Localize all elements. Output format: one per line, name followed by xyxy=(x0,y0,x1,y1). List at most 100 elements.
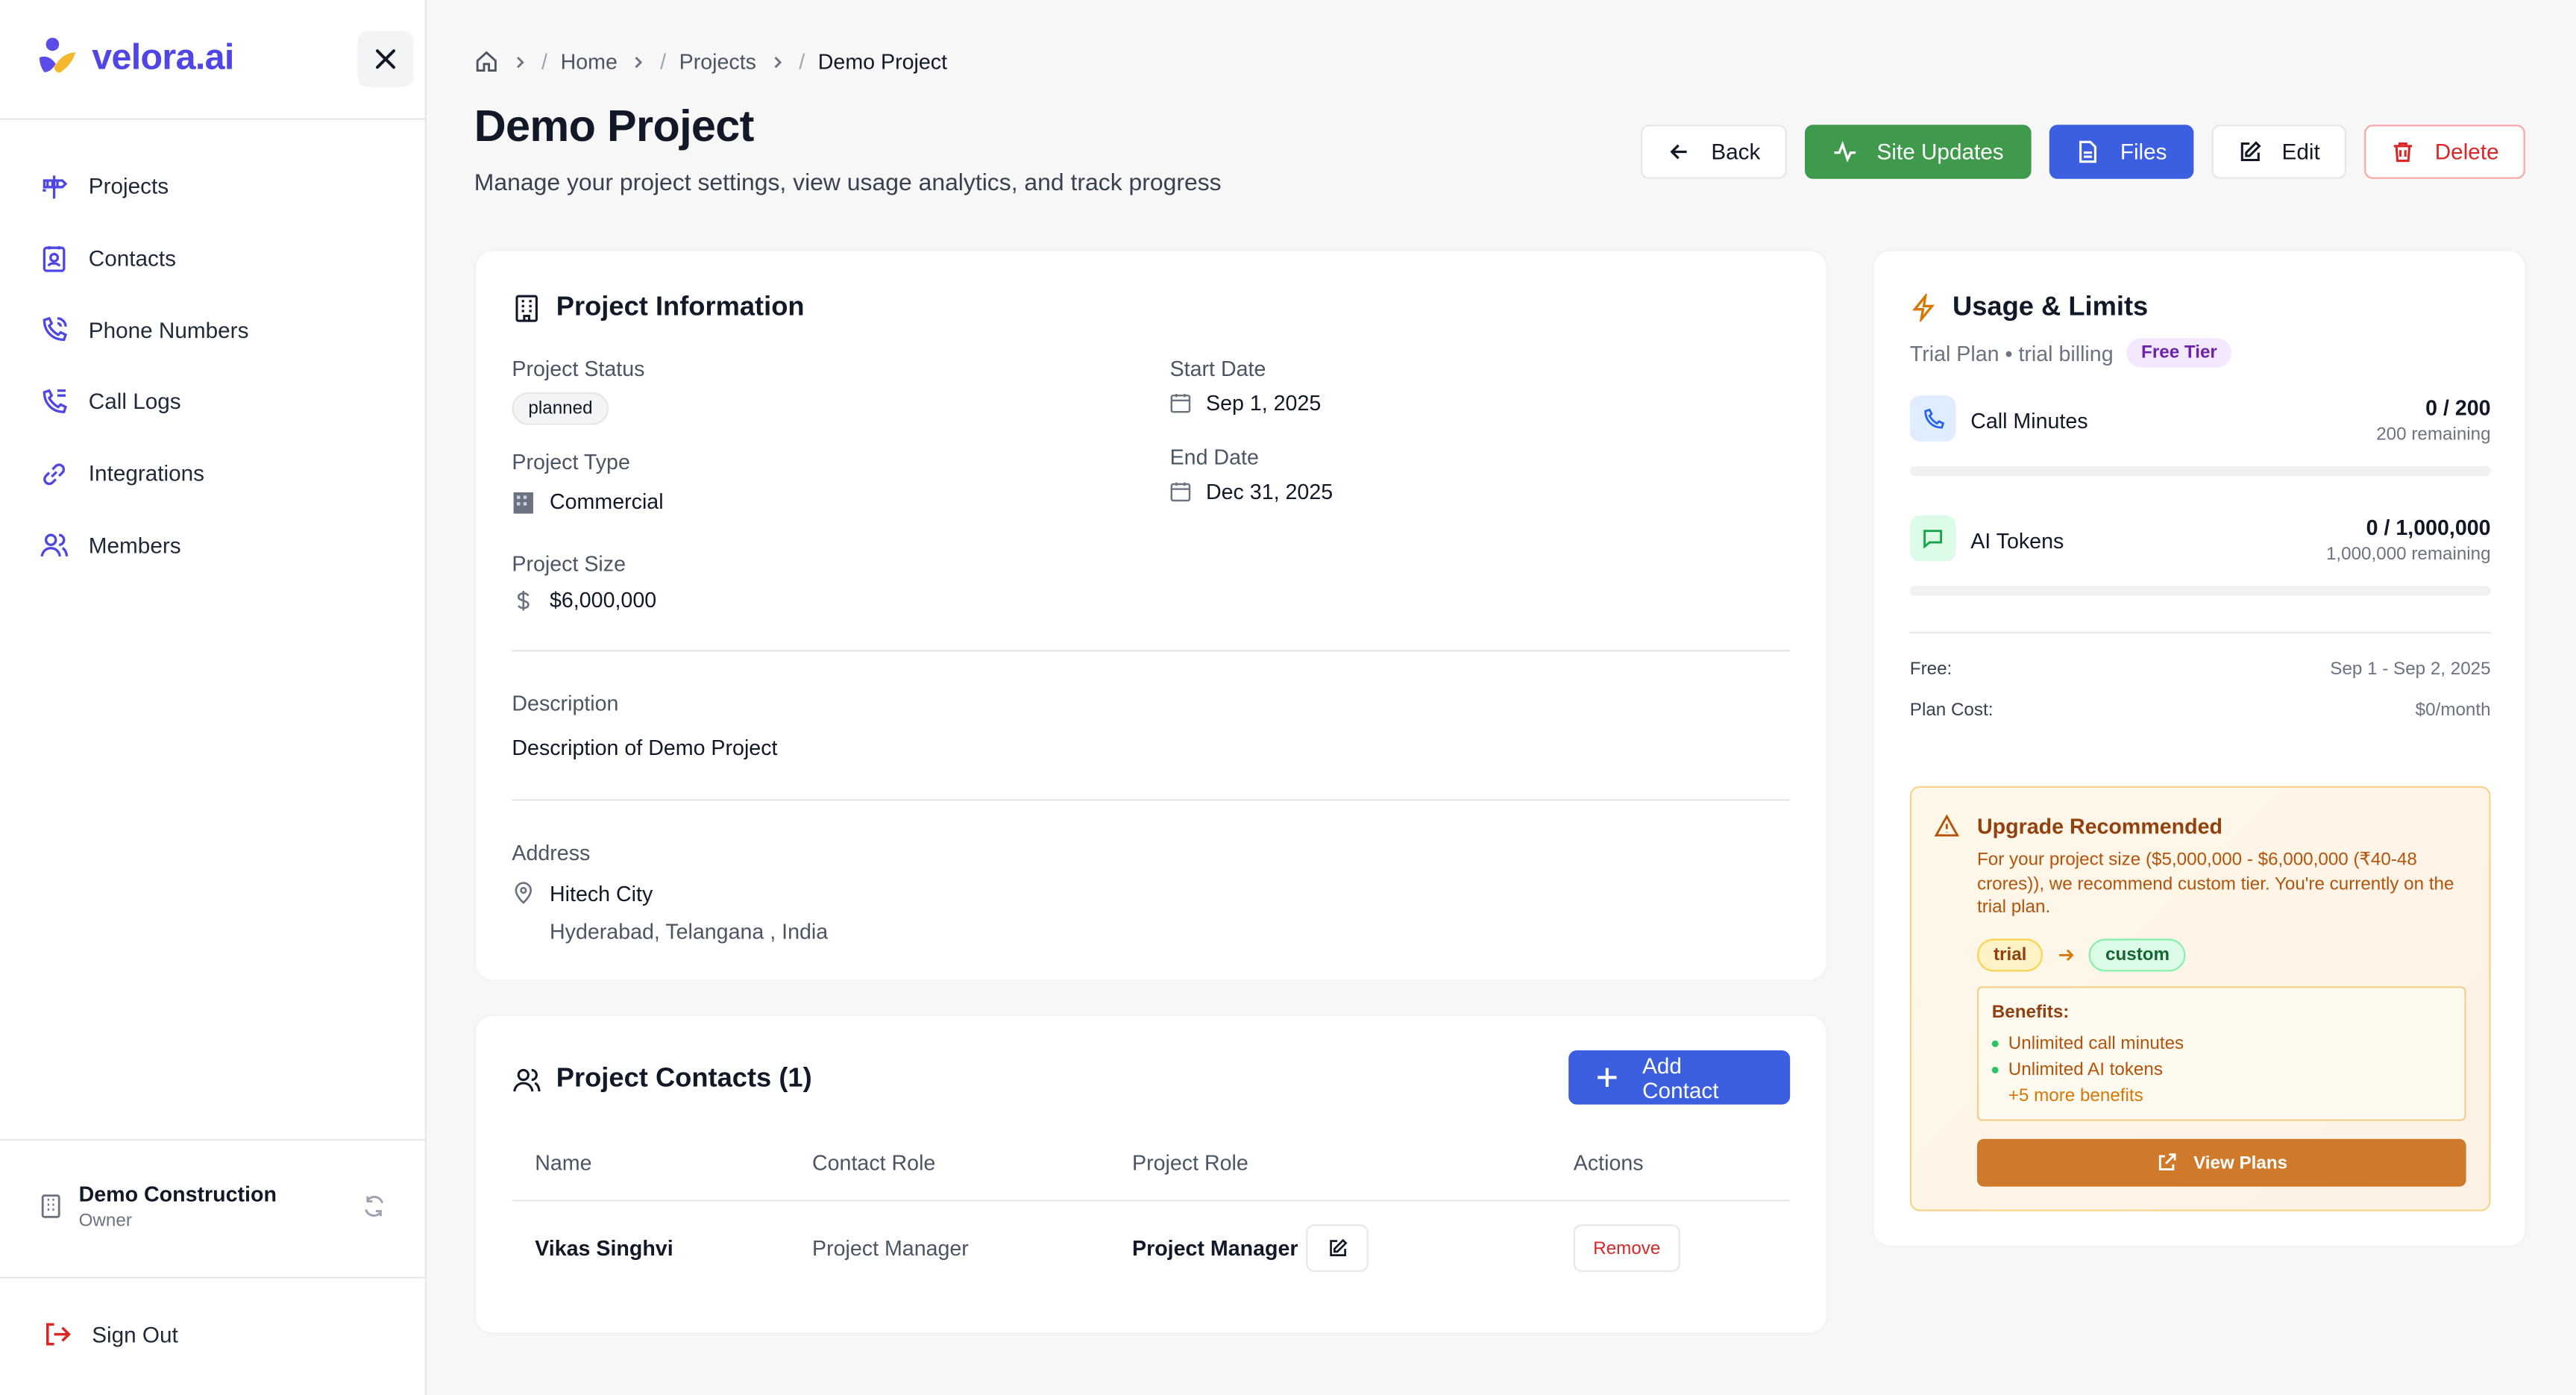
edit-role-button[interactable] xyxy=(1306,1224,1369,1272)
arrow-right-icon xyxy=(2059,949,2075,962)
page-title: Demo Project xyxy=(474,101,755,151)
call-minutes-value: 0 / 200 xyxy=(2425,395,2491,421)
sidebar-nav: Projects Contacts Phone Numbers Call Log… xyxy=(40,151,249,581)
section-divider xyxy=(1909,632,2491,634)
start-date-label: Start Date xyxy=(1169,356,1266,381)
breadcrumb-separator: / xyxy=(541,49,547,74)
call-minutes-progress xyxy=(1909,465,2491,476)
plus-icon xyxy=(1598,1068,1617,1087)
file-icon xyxy=(2079,140,2097,163)
call-minutes-remaining: 200 remaining xyxy=(2376,424,2491,445)
add-contact-label: Add Contact xyxy=(1642,1053,1719,1103)
table-divider xyxy=(512,1200,1791,1202)
more-benefits: +5 more benefits xyxy=(2008,1086,2143,1106)
sidebar-item-members[interactable]: Members xyxy=(40,510,249,581)
usage-limits-title: Usage & Limits xyxy=(1953,292,2149,322)
phone-log-icon xyxy=(43,389,68,413)
sidebar-item-label: Integrations xyxy=(88,461,205,486)
main-content: / Home / Projects / Demo Project Demo Pr… xyxy=(451,0,2551,1395)
org-role: Owner xyxy=(78,1211,132,1231)
benefit-text: Unlimited call minutes xyxy=(2008,1034,2184,1054)
sidebar-item-projects[interactable]: Projects xyxy=(40,151,249,222)
add-contact-button[interactable]: Add Contact xyxy=(1568,1050,1791,1105)
tier-badge: Free Tier xyxy=(2126,338,2232,368)
brand-logo[interactable]: velora.ai xyxy=(36,36,234,78)
project-information-title: Project Information xyxy=(556,292,805,322)
benefit-item: Unlimited call minutes xyxy=(1991,1031,2184,1057)
end-date-value: Dec 31, 2025 xyxy=(1206,479,1333,504)
org-name: Demo Construction xyxy=(78,1182,277,1206)
upgrade-title: Upgrade Recommended xyxy=(1977,814,2223,839)
close-sidebar-button[interactable] xyxy=(357,31,414,87)
ai-tokens-remaining: 1,000,000 remaining xyxy=(2325,545,2491,565)
sidebar-item-contacts[interactable]: Contacts xyxy=(40,223,249,295)
site-updates-button[interactable]: Site Updates xyxy=(1804,125,2032,179)
files-label: Files xyxy=(2120,140,2167,164)
building-emoji-icon xyxy=(513,491,533,513)
breadcrumb-separator: / xyxy=(660,49,667,74)
card-title: Project Contacts (1) xyxy=(512,1064,812,1095)
edit-label: Edit xyxy=(2281,140,2320,164)
org-switcher[interactable]: Demo Construction Owner xyxy=(40,1182,387,1231)
view-plans-label: View Plans xyxy=(2193,1153,2288,1173)
building-icon xyxy=(515,294,538,322)
sidebar-item-call-logs[interactable]: Call Logs xyxy=(40,366,249,438)
benefits-label: Benefits: xyxy=(1991,1003,2070,1023)
breadcrumb: / Home / Projects / Demo Project xyxy=(474,49,947,74)
breadcrumb-separator: / xyxy=(799,49,805,74)
delete-button[interactable]: Delete xyxy=(2364,125,2525,179)
description-value: Description of Demo Project xyxy=(512,735,778,760)
header-actions: Back Site Updates Files Edit Delete xyxy=(1640,125,2525,179)
project-type-label: Project Type xyxy=(512,449,630,474)
contact-name: Vikas Singhvi xyxy=(535,1235,673,1261)
end-date-label: End Date xyxy=(1169,445,1259,470)
project-status-badge: planned xyxy=(512,392,609,425)
phone-icon xyxy=(1909,395,1956,442)
breadcrumb-home[interactable]: Home xyxy=(561,49,618,74)
sidebar-divider xyxy=(0,118,427,120)
edit-button[interactable]: Edit xyxy=(2211,125,2346,179)
sidebar-item-integrations[interactable]: Integrations xyxy=(40,438,249,510)
calendar-icon xyxy=(1170,482,1191,502)
remove-contact-button[interactable]: Remove xyxy=(1573,1224,1680,1272)
back-label: Back xyxy=(1711,140,1761,164)
plan-cost-label: Plan Cost: xyxy=(1909,700,1994,721)
breadcrumb-projects[interactable]: Projects xyxy=(679,49,756,74)
sidebar-item-label: Projects xyxy=(88,174,169,199)
trash-icon xyxy=(2393,142,2412,163)
column-header-actions: Actions xyxy=(1573,1150,1644,1176)
files-button[interactable]: Files xyxy=(2049,125,2193,179)
bullet-icon xyxy=(1991,1040,1999,1047)
refresh-icon[interactable] xyxy=(361,1193,387,1219)
free-label: Free: xyxy=(1909,659,1953,680)
edit-icon xyxy=(1329,1238,1347,1256)
call-minutes-label: Call Minutes xyxy=(1970,408,2088,433)
card-title: Project Information xyxy=(512,292,805,324)
chevron-right-icon xyxy=(517,55,524,68)
upgrade-text: For your project size ($5,000,000 - $6,0… xyxy=(1977,850,2454,918)
sign-out-button[interactable]: Sign Out xyxy=(43,1320,178,1349)
call-minutes-usage: Call Minutes 0 / 200 200 remaining xyxy=(1909,395,2491,477)
section-divider xyxy=(512,799,1791,801)
project-size-label: Project Size xyxy=(512,551,626,577)
ai-tokens-label: AI Tokens xyxy=(1970,528,2064,554)
column-header-contact-role: Contact Role xyxy=(812,1150,936,1176)
link-icon xyxy=(43,463,65,485)
sidebar-item-label: Phone Numbers xyxy=(88,318,249,343)
project-size-value: $6,000,000 xyxy=(550,587,657,612)
benefits-box: Benefits: Unlimited call minutes Unlimit… xyxy=(1977,986,2466,1121)
users-icon xyxy=(40,534,69,557)
section-divider xyxy=(512,650,1791,652)
ai-tokens-value: 0 / 1,000,000 xyxy=(2366,515,2491,540)
column-header-name: Name xyxy=(535,1150,592,1176)
back-button[interactable]: Back xyxy=(1640,125,1787,179)
column-header-project-role: Project Role xyxy=(1132,1150,1248,1176)
project-information-card: Project Information Project Status plann… xyxy=(476,251,1826,980)
benefit-text: Unlimited AI tokens xyxy=(2008,1060,2163,1080)
sidebar-item-label: Members xyxy=(88,533,181,558)
home-icon[interactable] xyxy=(474,49,499,74)
project-type-value: Commercial xyxy=(550,489,664,514)
view-plans-button[interactable]: View Plans xyxy=(1977,1138,2466,1187)
sidebar-item-phone-numbers[interactable]: Phone Numbers xyxy=(40,295,249,366)
site-updates-label: Site Updates xyxy=(1876,140,2004,164)
